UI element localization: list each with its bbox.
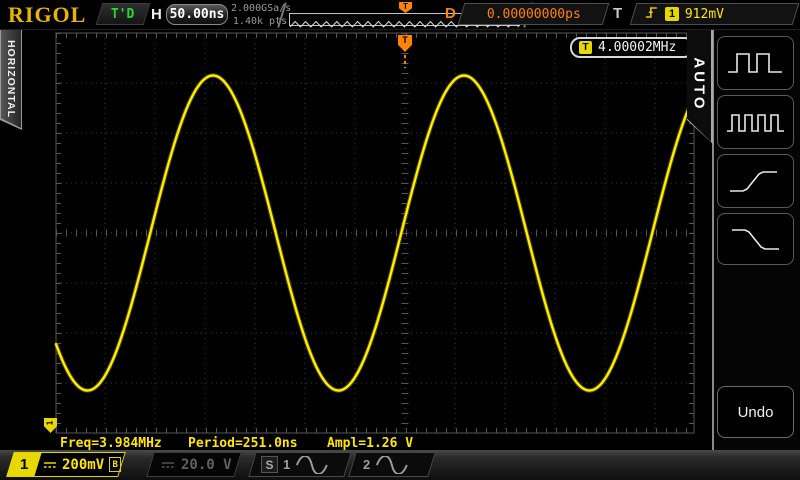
trigger-source-badge: 1	[665, 7, 679, 21]
graticule-and-waveform	[53, 32, 695, 434]
channel2-scale: 20.0 V	[181, 456, 232, 473]
rising-edge-button[interactable]	[717, 154, 794, 208]
rising-edge-icon	[729, 171, 777, 192]
top-status-bar: RIGOL T'D H 50.00ns 2.000GSa/s 1.40k pts…	[0, 0, 800, 30]
multi-period-square-icon	[726, 114, 784, 132]
horizontal-menu-tab: HORIZONTAL	[0, 30, 22, 130]
horizontal-delay-readout[interactable]: 0.00000000ps	[457, 3, 610, 25]
rigol-logo: RIGOL	[8, 2, 87, 27]
trigger-status-box: T'D	[95, 3, 151, 25]
bandwidth-limit-badge: B	[109, 457, 122, 472]
trigger-t-label: T	[613, 5, 623, 22]
period-measurement: Period=251.0ns	[188, 436, 298, 451]
sine-icon	[376, 455, 409, 474]
ampl-measurement: Ampl=1.26 V	[327, 436, 414, 451]
single-period-button[interactable]	[717, 36, 794, 90]
falling-edge-icon	[731, 229, 779, 250]
delay-value: 0.00000000ps	[486, 6, 581, 22]
counter-trigger-badge: T	[579, 41, 592, 54]
source1-readout[interactable]: S 1	[248, 452, 352, 477]
frequency-counter: T 4.00002MHz	[570, 37, 694, 58]
dc-coupling-icon	[44, 461, 56, 468]
trigger-settings-readout[interactable]: 1 912mV	[629, 3, 800, 25]
source2-readout[interactable]: 2	[348, 452, 436, 477]
channel1-readout[interactable]: 1 200mV B	[6, 452, 126, 477]
counter-value: 4.00002MHz	[598, 40, 677, 55]
channel2-readout[interactable]: 20.0 V	[146, 452, 242, 477]
rising-slope-icon	[644, 5, 659, 24]
freq-measurement: Freq=3.984MHz	[60, 436, 162, 451]
multi-period-button[interactable]	[717, 95, 794, 149]
undo-button[interactable]: Undo	[717, 386, 794, 438]
bottom-status-bar: 1 200mV B 2 20.0 V S 1	[0, 450, 800, 480]
single-period-square-icon	[727, 53, 782, 73]
timebase-readout[interactable]: 50.00ns	[166, 4, 228, 25]
channel1-badge: 1	[6, 452, 42, 477]
horizontal-menu-tab-label: HORIZONTAL	[5, 39, 17, 119]
oscilloscope-screen: RIGOL T'D H 50.00ns 2.000GSa/s 1.40k pts…	[0, 0, 800, 480]
horizontal-h-label: H	[151, 6, 162, 23]
auto-menu-tab-label: AUTO	[690, 57, 708, 112]
source-s-badge: S	[261, 456, 278, 473]
delay-d-label: D	[445, 5, 456, 22]
timebase-value: 50.00ns	[169, 7, 225, 22]
channel1-scale: 200mV	[62, 456, 105, 473]
trigger-level-value: 912mV	[685, 6, 725, 22]
sine-icon	[296, 455, 329, 474]
dc-coupling-icon	[162, 461, 174, 468]
trigger-position-icon[interactable]: T	[399, 2, 412, 13]
trigger-status-label: T'D	[111, 6, 135, 22]
falling-edge-button[interactable]	[717, 213, 794, 265]
